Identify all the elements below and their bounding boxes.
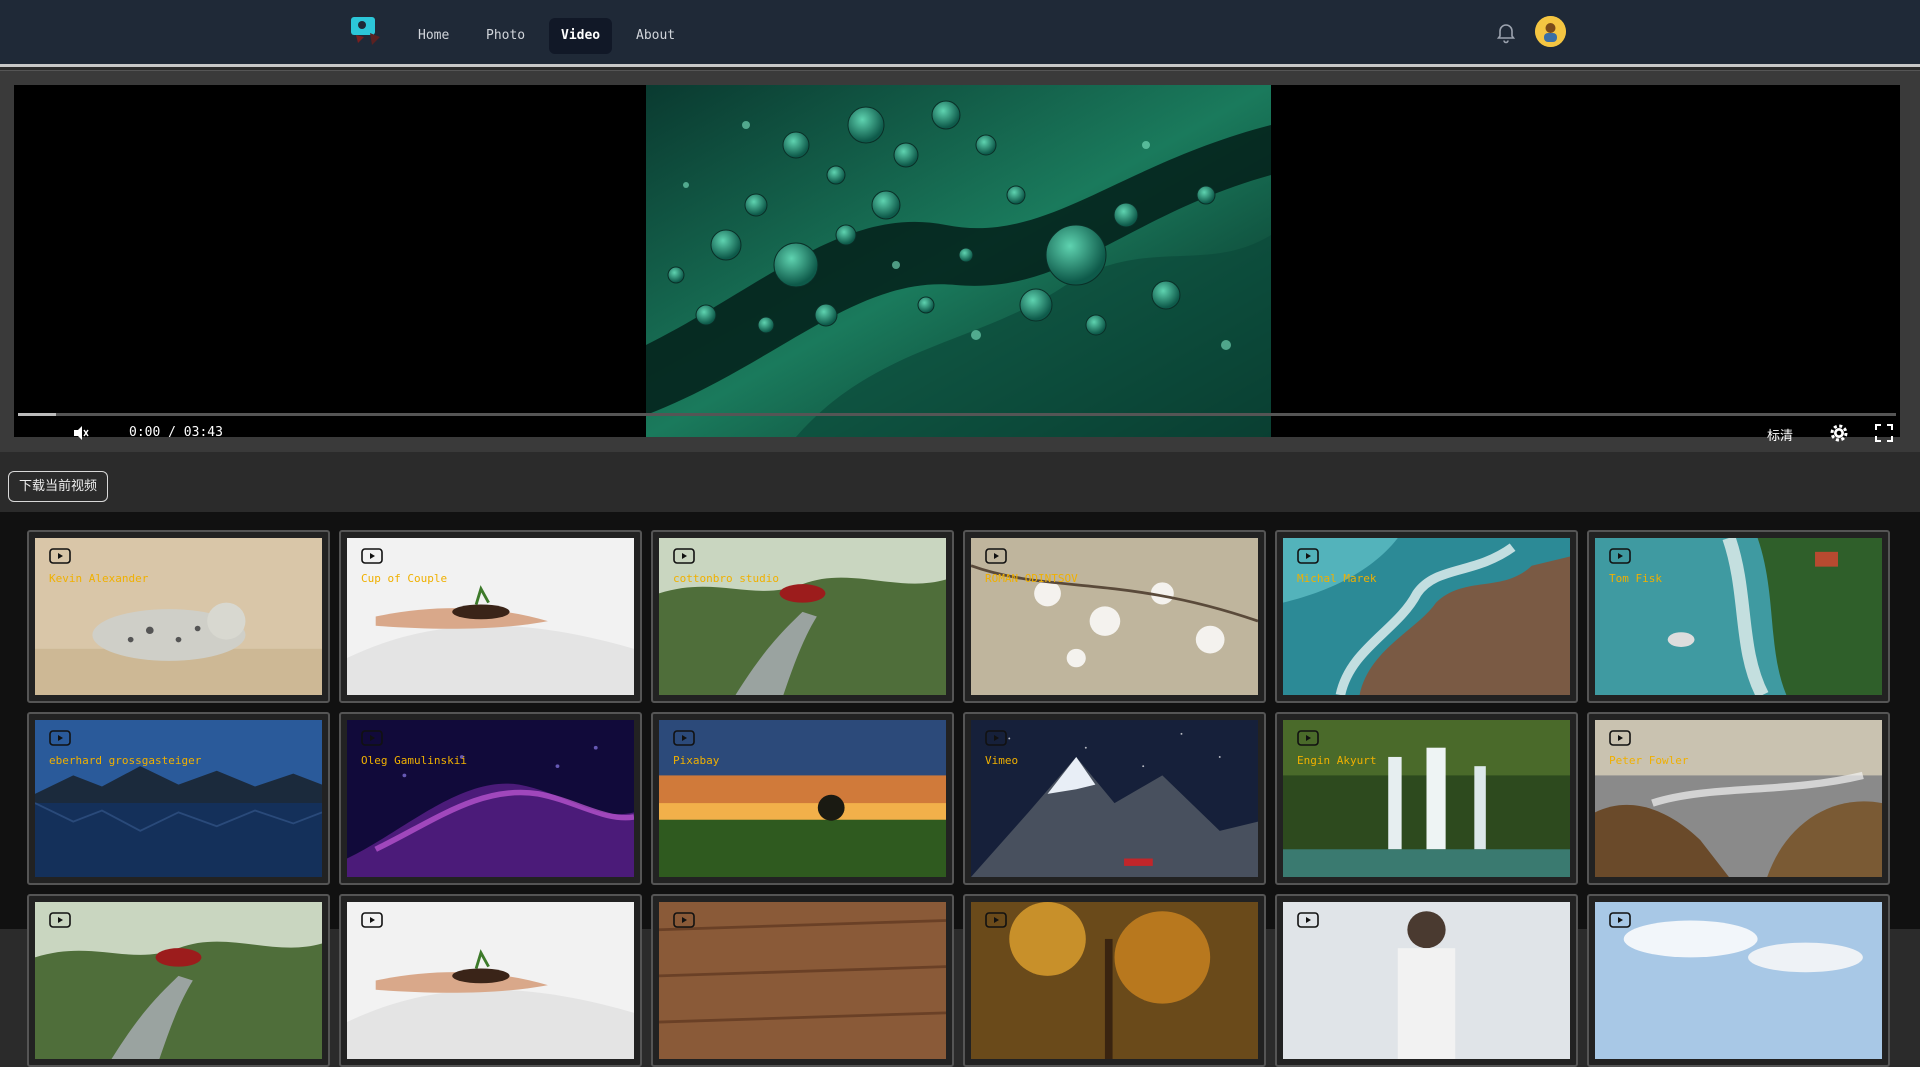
nav-about[interactable]: About: [624, 18, 687, 54]
video-card[interactable]: ROMAN ODINTSOV: [963, 530, 1266, 703]
video-play-icon: [673, 730, 695, 746]
video-author: Peter Fowler: [1609, 754, 1689, 767]
video-thumbnail[interactable]: ROMAN ODINTSOV: [971, 538, 1258, 695]
nav-video[interactable]: Video: [549, 18, 613, 54]
video-play-icon: [985, 548, 1007, 564]
video-card[interactable]: cottonbro studio: [651, 530, 954, 703]
video-author: Vimeo: [985, 754, 1019, 767]
video-card[interactable]: Peter Fowler: [1587, 712, 1890, 885]
video-thumbnail[interactable]: Tom Fisk: [1595, 538, 1882, 695]
video-play-icon: [1297, 912, 1319, 928]
video-player[interactable]: 0:00 / 03:43 标清: [14, 85, 1900, 444]
video-card[interactable]: Oleg Gamulinskii: [339, 712, 642, 885]
video-play-icon: [985, 912, 1007, 928]
video-card[interactable]: Pixabay: [651, 712, 954, 885]
fullscreen-icon[interactable]: [1875, 424, 1893, 442]
video-thumbnail[interactable]: Oleg Gamulinskii: [347, 720, 634, 877]
video-play-icon: [49, 730, 71, 746]
player-section: 0:00 / 03:43 标清: [0, 70, 1920, 452]
video-play-icon: [1297, 730, 1319, 746]
video-card[interactable]: Kevin Alexander: [27, 530, 330, 703]
video-card[interactable]: [1275, 894, 1578, 1067]
progress-bar[interactable]: [18, 413, 1896, 416]
top-navbar: Home Photo Video About: [0, 0, 1920, 67]
nav-home[interactable]: Home: [406, 18, 461, 54]
video-card[interactable]: Tom Fisk: [1587, 530, 1890, 703]
video-thumbnail[interactable]: cottonbro studio: [659, 538, 946, 695]
video-author: Engin Akyurt: [1297, 754, 1377, 767]
video-thumbnail[interactable]: [1595, 902, 1882, 1059]
video-author: Oleg Gamulinskii: [361, 754, 467, 767]
video-author: Tom Fisk: [1609, 572, 1662, 585]
video-card[interactable]: eberhard grossgasteiger: [27, 712, 330, 885]
video-play-icon: [1609, 730, 1631, 746]
video-author: Michal Marek: [1297, 572, 1377, 585]
video-card[interactable]: [1587, 894, 1890, 1067]
video-card[interactable]: Cup of Couple: [339, 530, 642, 703]
video-thumbnail[interactable]: Peter Fowler: [1595, 720, 1882, 877]
video-thumbnail[interactable]: Kevin Alexander: [35, 538, 322, 695]
video-author: Pixabay: [673, 754, 720, 767]
video-play-icon: [1609, 912, 1631, 928]
volume-mute-icon[interactable]: [72, 424, 90, 442]
video-play-icon: [985, 730, 1007, 746]
video-card[interactable]: Engin Akyurt: [1275, 712, 1578, 885]
video-frame[interactable]: [646, 85, 1271, 437]
download-bar: 下载当前视频: [0, 452, 1920, 512]
video-thumbnail[interactable]: [35, 902, 322, 1059]
video-play-icon: [673, 548, 695, 564]
bell-icon[interactable]: [1494, 20, 1518, 44]
quality-selector[interactable]: 标清: [1767, 425, 1793, 444]
user-avatar[interactable]: [1535, 16, 1566, 47]
video-play-icon: [361, 912, 383, 928]
video-thumbnail[interactable]: Michal Marek: [1283, 538, 1570, 695]
download-video-button[interactable]: 下载当前视频: [8, 471, 109, 502]
video-card[interactable]: [27, 894, 330, 1067]
video-author: eberhard grossgasteiger: [49, 754, 202, 767]
video-card[interactable]: [339, 894, 642, 1067]
video-author: Cup of Couple: [361, 572, 448, 585]
video-play-icon: [361, 730, 383, 746]
progress-fill: [18, 413, 56, 416]
video-play-icon: [1297, 548, 1319, 564]
video-author: ROMAN ODINTSOV: [985, 572, 1078, 585]
video-thumbnail[interactable]: Pixabay: [659, 720, 946, 877]
video-card[interactable]: [651, 894, 954, 1067]
video-thumbnail[interactable]: Vimeo: [971, 720, 1258, 877]
video-thumbnail[interactable]: [659, 902, 946, 1059]
video-play-icon: [673, 912, 695, 928]
video-thumbnail[interactable]: [1283, 902, 1570, 1059]
video-play-icon: [49, 548, 71, 564]
video-thumbnail[interactable]: Cup of Couple: [347, 538, 634, 695]
video-thumbnail[interactable]: eberhard grossgasteiger: [35, 720, 322, 877]
video-thumbnail[interactable]: [347, 902, 634, 1059]
video-author: cottonbro studio: [673, 572, 779, 585]
video-play-icon: [49, 912, 71, 928]
video-card[interactable]: Vimeo: [963, 712, 1266, 885]
video-card[interactable]: Michal Marek: [1275, 530, 1578, 703]
video-grid: Kevin Alexander Cup of Couple cottonbro st…: [0, 512, 1920, 1067]
camera-logo-icon[interactable]: [350, 15, 382, 47]
video-card[interactable]: [963, 894, 1266, 1067]
video-play-icon: [1609, 548, 1631, 564]
gear-icon[interactable]: [1829, 423, 1849, 443]
time-display: 0:00 / 03:43: [129, 425, 223, 440]
video-author: Kevin Alexander: [49, 572, 149, 585]
video-play-icon: [361, 548, 383, 564]
nav-photo[interactable]: Photo: [474, 18, 537, 54]
video-thumbnail[interactable]: [971, 902, 1258, 1059]
video-thumbnail[interactable]: Engin Akyurt: [1283, 720, 1570, 877]
